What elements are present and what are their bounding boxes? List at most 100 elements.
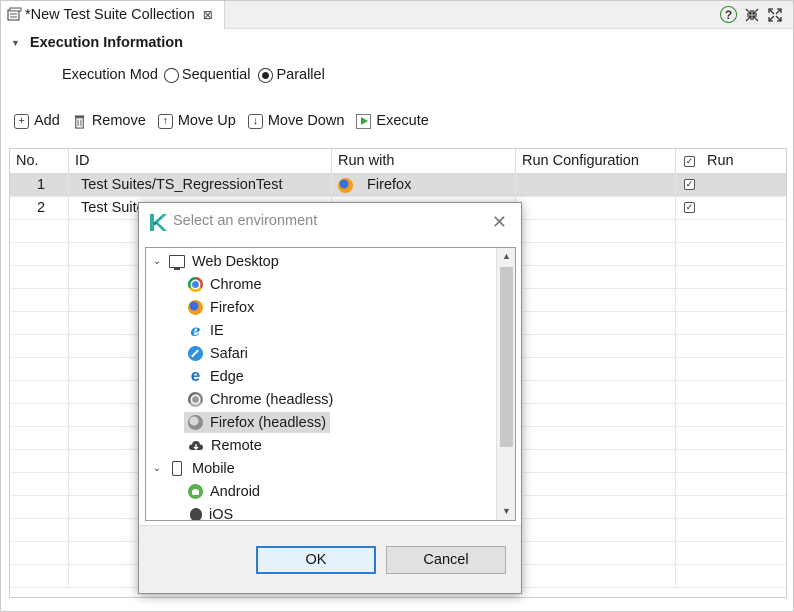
move-down-label: Move Down <box>267 113 345 129</box>
table-row[interactable]: 1 Test Suites/TS_RegressionTest Firefox … <box>10 174 786 197</box>
tree-item-android[interactable]: Android <box>188 481 260 502</box>
radio-parallel-indicator[interactable] <box>258 67 274 83</box>
remove-button[interactable]: Remove <box>72 113 146 129</box>
apple-icon <box>190 508 202 520</box>
tab-title: *New Test Suite Collection <box>25 7 195 23</box>
environment-tree: ⌄ Web Desktop Chrome Firefox e IE Safari… <box>145 247 516 521</box>
cell-id: Test Suites/TS_RegressionTest <box>69 174 332 197</box>
chrome-headless-icon <box>188 392 203 407</box>
execution-mode-group: Execution Mod Sequential Parallel <box>62 67 333 83</box>
expand-chevron-icon[interactable]: ⌄ <box>150 463 164 474</box>
tree-item-label: IE <box>210 322 224 339</box>
tree-item-ie[interactable]: e IE <box>188 320 224 341</box>
minimize-icon[interactable] <box>743 6 760 23</box>
tree-item-web-desktop[interactable]: ⌄ Web Desktop <box>150 251 279 272</box>
cell-run-with-label: Firefox <box>367 177 412 193</box>
column-header-run[interactable]: ✓ Run <box>676 149 786 174</box>
column-header-run-configuration[interactable]: Run Configuration <box>516 149 676 174</box>
tree-item-label: Remote <box>211 437 262 454</box>
ie-icon: e <box>190 321 201 340</box>
radio-sequential-indicator[interactable] <box>163 67 179 83</box>
remote-cloud-icon <box>189 441 203 450</box>
collapse-icon[interactable]: ▼ <box>11 38 20 48</box>
tab-close-icon[interactable]: ⊠ <box>203 8 213 22</box>
tree-item-label: Web Desktop <box>192 253 279 270</box>
tree-item-label: Chrome <box>210 276 262 293</box>
tree-scrollbar[interactable]: ▲ ▼ <box>496 248 515 520</box>
edge-icon: e <box>190 366 201 385</box>
dialog-title: Select an environment <box>173 213 318 229</box>
move-up-button[interactable]: ↑ Move Up <box>157 113 236 129</box>
tree-item-firefox-headless[interactable]: Firefox (headless) <box>184 412 331 433</box>
cell-run: ✓ <box>676 197 786 220</box>
tree-item-chrome-headless[interactable]: Chrome (headless) <box>188 389 333 410</box>
tree-item-edge[interactable]: e Edge <box>188 366 244 387</box>
cell-run-with[interactable]: Firefox <box>332 174 516 197</box>
remove-label: Remove <box>91 113 146 129</box>
maximize-icon[interactable] <box>766 6 783 23</box>
radio-parallel[interactable]: Parallel <box>258 67 325 83</box>
scroll-down-icon[interactable]: ▼ <box>497 503 515 520</box>
ok-button[interactable]: OK <box>256 546 376 574</box>
close-icon[interactable]: ✕ <box>492 212 507 233</box>
add-button[interactable]: + Add <box>14 113 60 129</box>
execution-information-section[interactable]: ▼ Execution Information <box>11 35 183 51</box>
firefox-icon <box>338 177 353 193</box>
help-icon[interactable]: ? <box>720 6 737 23</box>
cancel-button[interactable]: Cancel <box>386 546 506 574</box>
trash-icon <box>74 114 84 129</box>
cell-no: 2 <box>10 197 69 220</box>
scroll-up-icon[interactable]: ▲ <box>497 248 515 265</box>
table-header: No. ID Run with Run Configuration ✓ Run <box>10 149 786 174</box>
view-controls: ? <box>720 6 783 23</box>
dialog-body: ⌄ Web Desktop Chrome Firefox e IE Safari… <box>139 241 521 526</box>
radio-sequential-label: Sequential <box>181 67 251 83</box>
tree-item-label: Safari <box>210 345 248 362</box>
tree-item-safari[interactable]: Safari <box>188 343 248 364</box>
radio-parallel-label: Parallel <box>276 67 325 83</box>
tree-item-mobile[interactable]: ⌄ Mobile <box>150 458 235 479</box>
scrollbar-thumb[interactable] <box>500 267 513 447</box>
table-toolbar: + Add Remove ↑ Move Up ↓ Move Down Execu… <box>14 113 441 129</box>
tree-item-chrome[interactable]: Chrome <box>188 274 262 295</box>
tree-item-remote[interactable]: Remote <box>188 435 262 456</box>
column-header-id[interactable]: ID <box>69 149 332 174</box>
column-header-run-with[interactable]: Run with <box>332 149 516 174</box>
editor-frame: *New Test Suite Collection ⊠ ? ▼ Executi… <box>0 0 794 612</box>
add-label: Add <box>34 113 60 129</box>
run-checkbox[interactable]: ✓ <box>684 202 695 213</box>
execution-mode-label: Execution Mod <box>62 67 158 83</box>
run-checkbox[interactable]: ✓ <box>684 179 695 190</box>
section-title: Execution Information <box>29 35 183 51</box>
add-icon: + <box>14 113 29 129</box>
run-header-label: Run <box>707 153 734 169</box>
tree-item-ios[interactable]: iOS <box>190 504 233 520</box>
katalon-logo-icon <box>150 214 167 231</box>
cell-run: ✓ <box>676 174 786 197</box>
run-all-checkbox[interactable]: ✓ <box>684 155 695 167</box>
tree-item-firefox[interactable]: Firefox <box>188 297 254 318</box>
expand-chevron-icon[interactable]: ⌄ <box>150 256 164 267</box>
execute-label: Execute <box>376 113 429 129</box>
tree-item-label: Android <box>210 483 260 500</box>
radio-sequential[interactable]: Sequential <box>163 67 251 83</box>
tree-item-label: Chrome (headless) <box>210 391 334 408</box>
column-header-no[interactable]: No. <box>10 149 69 174</box>
android-icon <box>188 484 203 499</box>
cell-no: 1 <box>10 174 69 197</box>
tree-item-label: Firefox <box>210 299 255 316</box>
safari-icon <box>188 346 203 361</box>
execute-button[interactable]: Execute <box>356 113 429 129</box>
cell-run-configuration[interactable] <box>516 197 676 220</box>
select-environment-dialog: Select an environment ✕ ⌄ Web Desktop Ch… <box>138 202 522 594</box>
move-down-button[interactable]: ↓ Move Down <box>247 113 345 129</box>
tree-item-label: Firefox (headless) <box>210 414 327 431</box>
dialog-title-bar[interactable]: Select an environment ✕ <box>139 203 521 241</box>
firefox-icon <box>188 300 203 315</box>
cell-run-configuration[interactable] <box>516 174 676 197</box>
tab-bar: *New Test Suite Collection ⊠ ? <box>1 1 793 29</box>
tab-test-suite-collection[interactable]: *New Test Suite Collection ⊠ <box>1 1 225 29</box>
tree-item-label: Edge <box>210 368 244 385</box>
firefox-headless-icon <box>188 415 203 430</box>
monitor-icon <box>169 255 185 270</box>
